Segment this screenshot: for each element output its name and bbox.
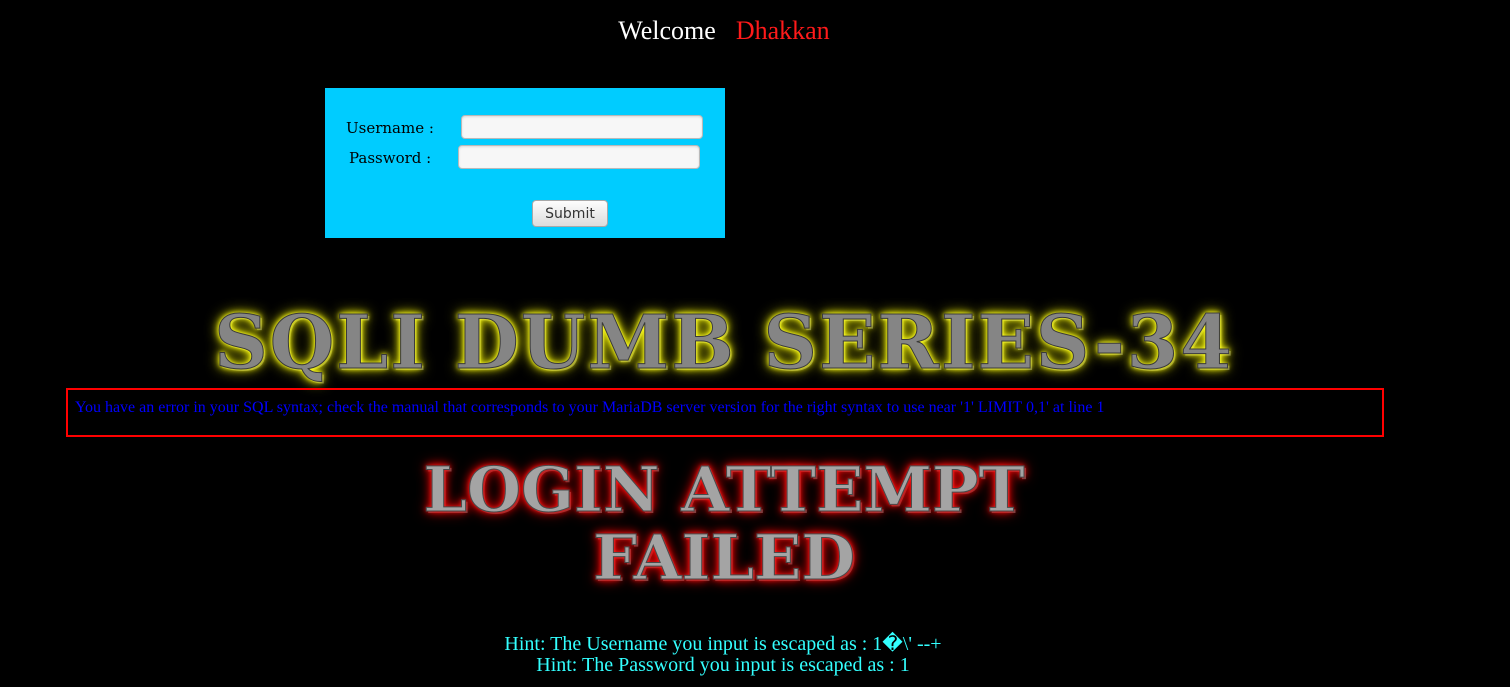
submit-button[interactable]: Submit bbox=[532, 200, 608, 227]
welcome-text: Welcome bbox=[618, 16, 716, 45]
username-input[interactable] bbox=[461, 115, 703, 139]
login-failed-banner: LOGIN ATTEMPT FAILED bbox=[0, 453, 1448, 594]
login-failed-line1: LOGIN ATTEMPT bbox=[423, 453, 1025, 526]
password-label: Password : bbox=[349, 149, 432, 167]
username-hint: Hint: The Username you input is escaped … bbox=[504, 633, 942, 655]
sql-error-box: You have an error in your SQL syntax; ch… bbox=[66, 388, 1384, 437]
login-form: Username : Password : Submit bbox=[325, 88, 725, 238]
sql-error-message: You have an error in your SQL syntax; ch… bbox=[75, 399, 1105, 416]
sqli-series-banner: SQLI DUMB SERIES-34 bbox=[214, 300, 1234, 387]
username-label: Username : bbox=[346, 119, 434, 137]
page: Welcome Dhakkan Username : Password : Sub… bbox=[0, 0, 1510, 687]
welcome-header: Welcome Dhakkan bbox=[0, 16, 1448, 46]
password-input[interactable] bbox=[458, 145, 700, 169]
password-hint: Hint: The Password you input is escaped … bbox=[536, 654, 910, 676]
login-failed-line2: FAILED bbox=[592, 521, 856, 594]
welcome-username: Dhakkan bbox=[735, 16, 830, 45]
